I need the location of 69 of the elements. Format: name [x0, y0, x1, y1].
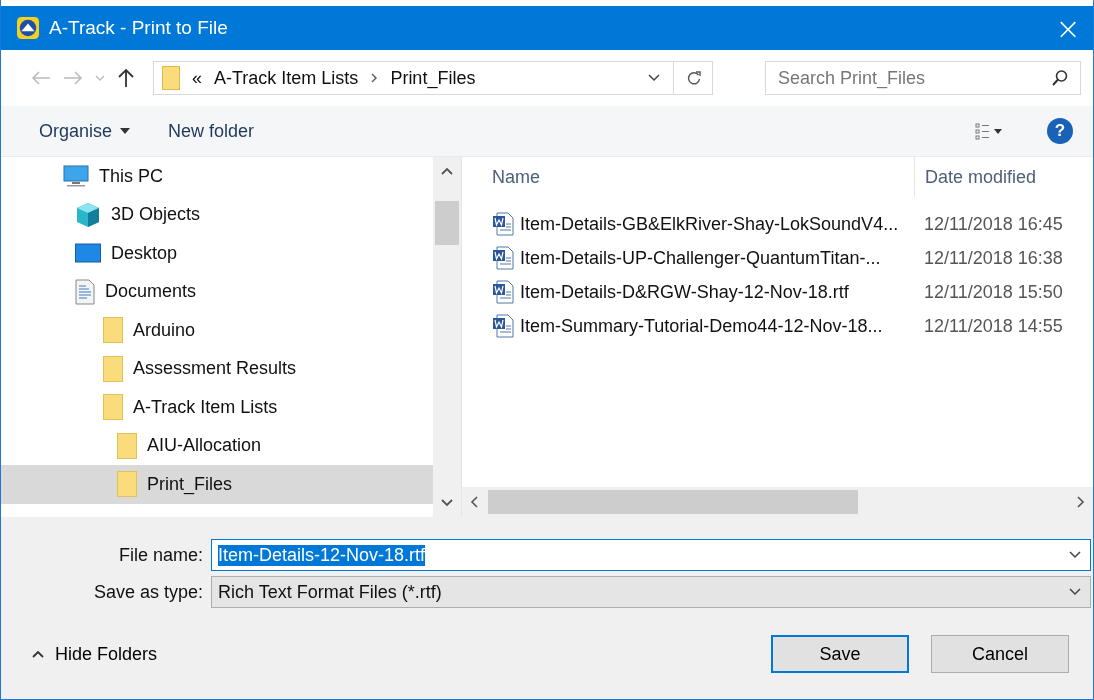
breadcrumb[interactable]: A-Track Item Lists — [214, 67, 359, 89]
file-name[interactable]: Item-Details-GB&ElkRiver-Shay-LokSoundV4... — [462, 212, 914, 236]
computer-icon — [63, 165, 89, 188]
document-icon — [75, 278, 95, 305]
chevron-down-icon[interactable] — [1068, 550, 1082, 560]
refresh-icon[interactable] — [686, 70, 702, 86]
column-header[interactable]: Date modified — [914, 157, 1093, 197]
folder-icon — [117, 432, 137, 459]
save-button[interactable]: Save — [771, 635, 909, 673]
tree-item[interactable]: 3D Objects — [1, 195, 433, 234]
chevron-up-icon — [31, 649, 45, 659]
date-modified: 12/11/2018 16:38 — [923, 247, 1064, 269]
date-modified: 12/11/2018 14:55 — [923, 315, 1064, 337]
window-title: A-Track - Print to File — [49, 17, 228, 39]
tree-item[interactable]: Desktop — [1, 234, 433, 273]
caret-icon — [120, 128, 131, 134]
tree-item[interactable]: A-Track Item Lists — [1, 388, 433, 427]
organise-button[interactable]: Organise — [27, 114, 143, 148]
word-document-icon — [492, 280, 514, 304]
word-document-icon — [492, 246, 514, 270]
tree-item[interactable]: Documents — [1, 272, 433, 311]
vertical-scrollbar[interactable] — [433, 157, 461, 517]
cancel-button[interactable]: Cancel — [931, 635, 1069, 673]
column-header[interactable]: Name — [462, 166, 914, 188]
tree-item[interactable]: This PC — [1, 157, 433, 196]
cube-icon — [75, 201, 101, 228]
word-document-icon — [492, 212, 514, 236]
scrollbar-thumb[interactable] — [488, 490, 858, 514]
file-name[interactable]: Item-Details-D&RGW-Shay-12-Nov-18.rtf — [462, 280, 914, 304]
scroll-up-icon[interactable] — [441, 167, 453, 175]
folder-icon — [103, 394, 123, 421]
search-icon — [1051, 69, 1069, 87]
scroll-right-icon[interactable] — [1077, 496, 1085, 508]
view-options-icon[interactable] — [975, 122, 1003, 140]
word-document-icon — [492, 314, 514, 338]
scrollbar-thumb[interactable] — [435, 201, 459, 245]
folder-icon — [103, 317, 123, 344]
chevron-right-icon — [370, 73, 379, 83]
new-folder-button[interactable]: New folder — [156, 114, 267, 148]
file-name[interactable]: Item-Summary-Tutorial-Demo44-12-Nov-18... — [462, 314, 914, 338]
file-name[interactable]: Item-Details-UP-Challenger-QuantumTitan-... — [462, 246, 914, 270]
desktop-icon — [75, 243, 101, 264]
field-label: File name: — [117, 544, 203, 566]
help-button[interactable]: ? — [1047, 118, 1073, 144]
tree-item[interactable]: Assessment Results — [1, 349, 433, 388]
folder-icon — [162, 66, 180, 90]
search-field[interactable]: Search Print_Files — [765, 61, 1081, 95]
address-bar[interactable]: « A-Track Item Lists Print_Files — [153, 61, 713, 95]
date-modified: 12/11/2018 15:50 — [923, 281, 1064, 303]
up-arrow-icon[interactable] — [117, 68, 135, 88]
horizontal-scrollbar[interactable] — [462, 487, 1093, 517]
folder-icon — [103, 355, 123, 382]
chevron-down-icon[interactable] — [647, 73, 661, 83]
breadcrumb[interactable]: Print_Files — [390, 67, 476, 89]
overflow-chevron[interactable]: « — [192, 67, 202, 89]
file-type-dropdown[interactable]: Rich Text Format Files (*.rtf) — [211, 576, 1091, 608]
tree-item[interactable]: Print_Files — [1, 465, 433, 504]
scroll-left-icon[interactable] — [470, 496, 478, 508]
tree-item[interactable]: Arduino — [1, 311, 433, 350]
tree-item[interactable]: AIU-Allocation — [1, 426, 433, 465]
file-name-field[interactable]: Item-Details-12-Nov-18.rtf — [211, 539, 1091, 571]
folder-icon — [117, 471, 137, 498]
field-label: Save as type: — [92, 581, 203, 603]
chevron-down-icon — [1068, 587, 1082, 597]
hide-folders-button[interactable]: Hide Folders — [27, 639, 162, 669]
scroll-down-icon[interactable] — [441, 499, 453, 507]
close-button[interactable]: × — [1043, 6, 1093, 50]
date-modified: 12/11/2018 16:45 — [923, 213, 1064, 235]
app-logo-icon — [17, 17, 39, 39]
